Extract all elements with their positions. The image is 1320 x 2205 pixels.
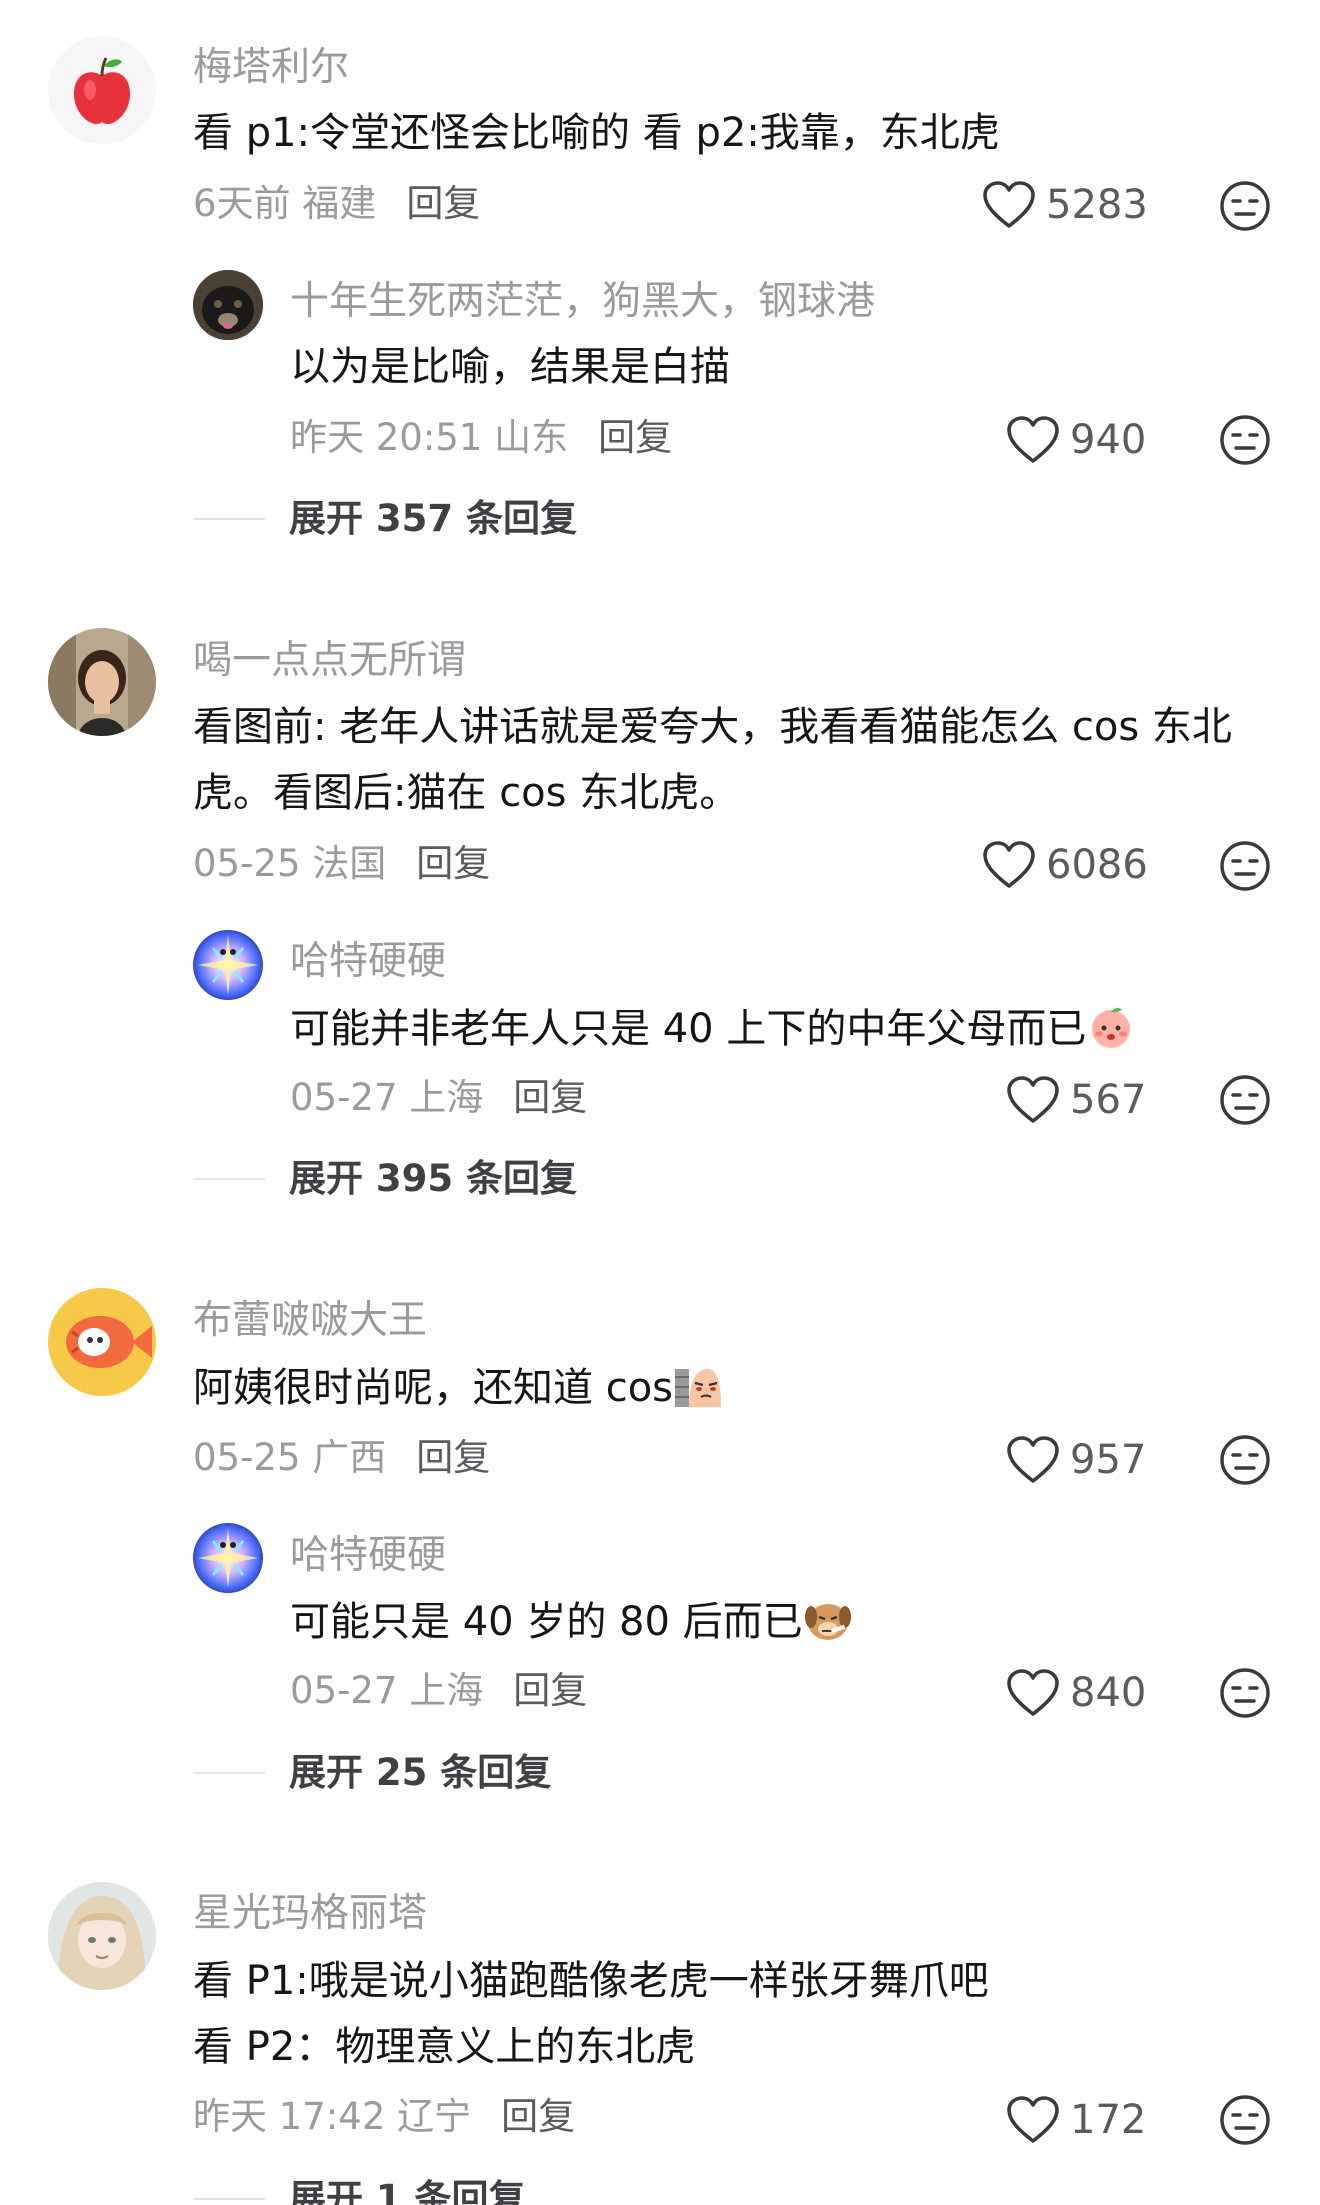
divider-line xyxy=(193,2197,265,2200)
like-count: 940 xyxy=(1070,417,1147,463)
reply-button[interactable]: 回复 xyxy=(406,182,480,225)
comment-time-location: 6天前 福建 xyxy=(193,182,377,225)
sparkle-avatar[interactable] xyxy=(193,930,263,1000)
like-count: 5283 xyxy=(1046,182,1148,228)
comment-author[interactable]: 哈特硬硬 xyxy=(290,1536,446,1575)
reply-button[interactable]: 回复 xyxy=(416,1436,490,1479)
divider-line xyxy=(193,1177,265,1180)
comment-meta: 05-27 上海 回复 xyxy=(290,1672,587,1709)
expand-replies-button[interactable]: 展开 357 条回复 xyxy=(193,500,577,537)
reply-button[interactable]: 回复 xyxy=(416,842,490,885)
comment-text: 以为是比喻，结果是白描 xyxy=(290,344,730,390)
comment-text: 阿姨很时尚呢，还知道 cos xyxy=(193,1355,722,1421)
comment-author[interactable]: 十年生死两茫茫，狗黑大，钢球港 xyxy=(290,282,875,321)
like-button[interactable]: 940 xyxy=(1006,415,1146,465)
reply-button[interactable]: 回复 xyxy=(598,416,672,459)
comment-time-location: 05-25 广西 xyxy=(193,1436,387,1479)
comment-time-location: 05-25 法国 xyxy=(193,842,387,885)
expand-label: 展开 25 条回复 xyxy=(289,1751,552,1794)
reply-button[interactable]: 回复 xyxy=(513,1076,587,1119)
comment-list: 梅塔利尔 看 p1:令堂还怪会比喻的 看 p2:我靠，东北虎 6天前 福建 回复 … xyxy=(0,0,1320,2205)
comment-text-content: 可能并非老年人只是 40 上下的中年父母而已 xyxy=(290,1006,1087,1052)
divider-line xyxy=(193,517,265,520)
comment-text-content: 可能只是 40 岁的 80 后而已 xyxy=(290,1599,803,1645)
comment-meta: 05-25 法国 回复 xyxy=(193,845,490,882)
comment-text-content: 阿姨很时尚呢，还知道 cos xyxy=(193,1365,674,1411)
comment-text-line2: 虎。看图后:猫在 cos 东北虎。 xyxy=(193,770,740,816)
comment-time-location: 05-27 上海 xyxy=(290,1669,484,1712)
divider-line xyxy=(193,1771,265,1774)
comment-time-location: 05-27 上海 xyxy=(290,1076,484,1119)
expand-replies-button[interactable]: 展开 1 条回复 xyxy=(193,2180,526,2205)
comment-author[interactable]: 喝一点点无所谓 xyxy=(193,641,466,680)
comment-text: 看图前: 老年人讲话就是爱夸大，我看看猫能怎么 cos 东北 xyxy=(193,704,1232,750)
peeking-emoji xyxy=(675,1369,722,1407)
like-button[interactable]: 567 xyxy=(1006,1075,1146,1125)
apple-icon[interactable] xyxy=(48,36,156,144)
expand-label: 展开 357 条回复 xyxy=(289,497,577,540)
comment-author[interactable]: 梅塔利尔 xyxy=(193,48,349,87)
comment-meta: 05-25 广西 回复 xyxy=(193,1439,490,1476)
person-photo[interactable] xyxy=(48,628,156,736)
dog-photo[interactable] xyxy=(193,270,263,340)
comment-text: 可能并非老年人只是 40 上下的中年父母而已 xyxy=(290,996,1134,1062)
like-button[interactable]: 957 xyxy=(1006,1435,1146,1485)
heart-icon xyxy=(1006,2095,1060,2145)
like-button[interactable]: 840 xyxy=(1006,1668,1146,1718)
comment-text: 看 p1:令堂还怪会比喻的 看 p2:我靠，东北虎 xyxy=(193,110,1000,156)
meh-face-icon[interactable] xyxy=(1219,180,1271,232)
meh-face-icon[interactable] xyxy=(1219,414,1271,466)
heart-icon xyxy=(1006,1668,1060,1718)
comment-time-location: 昨天 20:51 山东 xyxy=(290,416,569,459)
meh-face-icon[interactable] xyxy=(1219,1667,1271,1719)
like-count: 840 xyxy=(1070,1670,1147,1716)
comment-author[interactable]: 星光玛格丽塔 xyxy=(193,1894,427,1933)
comment-author[interactable]: 布蕾啵啵大王 xyxy=(193,1301,427,1340)
heart-icon xyxy=(1006,1075,1060,1125)
meh-face-icon[interactable] xyxy=(1219,2094,1271,2146)
expand-replies-button[interactable]: 展开 395 条回复 xyxy=(193,1160,577,1197)
comment-text-line2: 看 P2：物理意义上的东北虎 xyxy=(193,2024,696,2070)
fish-avatar[interactable] xyxy=(48,1288,156,1396)
dog-emoji xyxy=(804,1604,851,1640)
like-count: 6086 xyxy=(1046,842,1148,888)
peach-emoji xyxy=(1092,1007,1131,1048)
heart-icon xyxy=(982,180,1036,230)
expand-label: 展开 395 条回复 xyxy=(289,1157,577,1200)
like-count: 172 xyxy=(1070,2097,1147,2143)
like-count: 567 xyxy=(1070,1077,1147,1123)
comment-author[interactable]: 哈特硬硬 xyxy=(290,942,446,981)
sparkle-avatar[interactable] xyxy=(193,1523,263,1593)
comment-text: 看 P1:哦是说小猫跑酷像老虎一样张牙舞爪吧 xyxy=(193,1958,989,2004)
comment-time-location: 昨天 17:42 辽宁 xyxy=(193,2095,472,2138)
meh-face-icon[interactable] xyxy=(1219,1074,1271,1126)
comment-text: 可能只是 40 岁的 80 后而已 xyxy=(290,1589,851,1655)
comment-meta: 昨天 17:42 辽宁 回复 xyxy=(193,2098,575,2135)
comment-meta: 6天前 福建 回复 xyxy=(193,185,480,222)
comment-meta: 昨天 20:51 山东 回复 xyxy=(290,419,672,456)
comment-meta: 05-27 上海 回复 xyxy=(290,1079,587,1116)
reply-button[interactable]: 回复 xyxy=(501,2095,575,2138)
heart-icon xyxy=(982,840,1036,890)
expand-replies-button[interactable]: 展开 25 条回复 xyxy=(193,1754,551,1791)
expand-label: 展开 1 条回复 xyxy=(289,2177,526,2205)
like-count: 957 xyxy=(1070,1437,1147,1483)
heart-icon xyxy=(1006,1435,1060,1485)
heart-icon xyxy=(1006,415,1060,465)
anime-avatar[interactable] xyxy=(48,1882,156,1990)
reply-button[interactable]: 回复 xyxy=(513,1669,587,1712)
meh-face-icon[interactable] xyxy=(1219,840,1271,892)
like-button[interactable]: 5283 xyxy=(982,180,1148,230)
meh-face-icon[interactable] xyxy=(1219,1434,1271,1486)
like-button[interactable]: 6086 xyxy=(982,840,1148,890)
like-button[interactable]: 172 xyxy=(1006,2095,1146,2145)
